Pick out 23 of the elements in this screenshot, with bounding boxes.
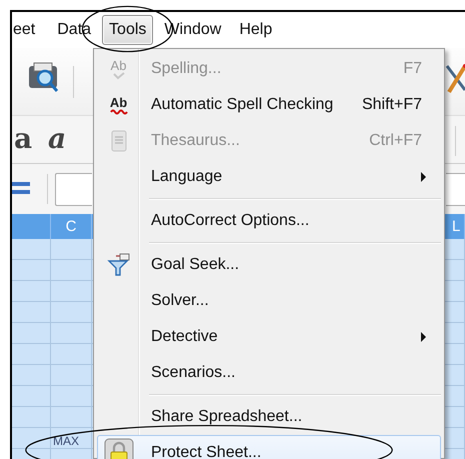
tools-icon[interactable] <box>445 62 465 96</box>
menu-item[interactable]: Scenarios... <box>97 355 441 391</box>
input-field[interactable] <box>55 173 92 206</box>
funnel-icon <box>106 253 130 277</box>
cell-text: MAX <box>53 434 80 448</box>
menu-item[interactable]: Goal Seek... <box>97 247 441 283</box>
menu-bar-item[interactable]: Help <box>232 15 280 45</box>
italic-button[interactable]: a <box>48 122 66 155</box>
input-field[interactable] <box>446 173 465 206</box>
menu-item[interactable]: AutoCorrect Options... <box>97 203 441 239</box>
menu-item[interactable]: Detective <box>97 319 441 355</box>
menu-bar-item[interactable]: Tools <box>102 15 154 45</box>
menu-bar-item[interactable]: eet <box>12 15 42 45</box>
menu-item[interactable]: Ab Automatic Spell Checking Shift+F7 <box>97 87 441 123</box>
formula-icon[interactable] <box>12 180 30 196</box>
menu-item[interactable]: Protect Sheet... <box>97 435 441 459</box>
book-icon <box>110 130 128 152</box>
padlock-icon <box>104 438 134 459</box>
print-preview-icon[interactable] <box>27 62 61 94</box>
menu-item[interactable]: Share Spreadsheet... <box>97 399 441 435</box>
menu-item[interactable]: Language <box>97 159 441 195</box>
menu-item[interactable]: Solver... <box>97 283 441 319</box>
bold-button[interactable]: a <box>14 122 32 155</box>
